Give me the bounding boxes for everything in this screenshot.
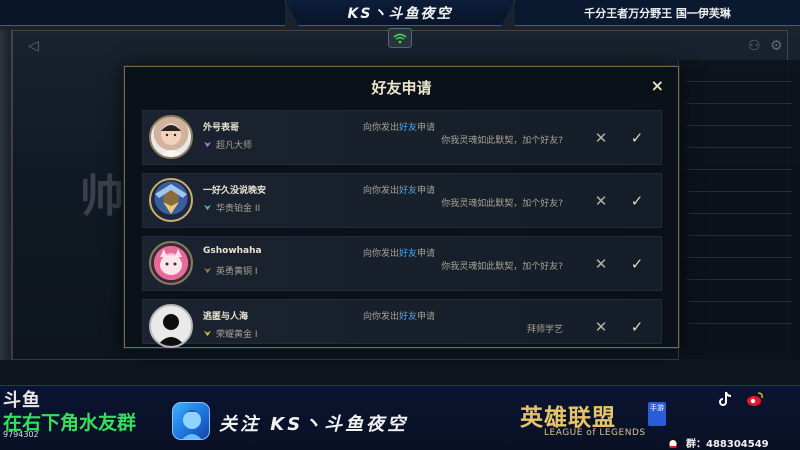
stream-title: KS丶斗鱼夜空 — [347, 5, 453, 22]
request-row: Gshowhaha 英勇黄铜 I 向你发出好友申请 你我灵魂如此默契，加个好友?… — [142, 236, 662, 291]
rank-text: 华贵铂金 II — [216, 204, 261, 214]
verb-suffix: 申请 — [417, 249, 436, 259]
settings-icon[interactable]: ⚙ — [770, 38, 783, 54]
accept-button[interactable]: ✓ — [627, 128, 647, 148]
group-number: 群：488304549 — [686, 438, 769, 450]
dialog-title: 好友申请 — [371, 79, 432, 97]
wifi-icon — [388, 28, 412, 48]
banner-left-bar — [0, 0, 285, 26]
rank-text: 超凡大师 — [216, 141, 253, 151]
requester-name: 逃匿与人海 — [203, 312, 249, 322]
game-app-icon — [172, 402, 210, 440]
tiktok-icon — [719, 391, 732, 406]
stream-slogan: 千分王者万分野王 国一伊芙琳 — [584, 6, 731, 20]
request-message: 拜师学艺 — [526, 325, 563, 335]
accept-button[interactable]: ✓ — [627, 254, 647, 274]
request-row: 一好久没说晚安 华贵铂金 II 向你发出好友申请 你我灵魂如此默契，加个好友? … — [142, 173, 662, 228]
social-icons — [718, 391, 764, 407]
requester-name: 外号表哥 — [203, 123, 240, 133]
verb-suffix: 申请 — [417, 123, 436, 133]
avatar[interactable] — [149, 115, 195, 161]
rank-info: 荣耀黄金 I — [203, 327, 258, 340]
league-logo-cn: 英雄联盟 — [520, 405, 616, 431]
rank-icon — [203, 330, 212, 337]
verb-highlight: 好友 — [399, 186, 418, 196]
league-logo-en: LEAGUE of LEGENDS — [544, 428, 646, 438]
avatar[interactable] — [149, 241, 195, 287]
rank-icon — [203, 141, 212, 148]
request-list: 外号表哥 超凡大师 向你发出好友申请 你我灵魂如此默契，加个好友? ✕ ✓ 一好… — [142, 110, 662, 348]
decline-button[interactable]: ✕ — [591, 317, 611, 337]
decline-button[interactable]: ✕ — [591, 191, 611, 211]
rank-text: 英勇黄铜 I — [216, 267, 258, 277]
verb-prefix: 向你发出 — [363, 123, 400, 133]
background-blur-text: 帅 — [80, 171, 124, 222]
requester-name: Gshowhaha — [203, 246, 262, 256]
rank-info: 超凡大师 — [203, 138, 252, 151]
accept-button[interactable]: ✓ — [627, 191, 647, 211]
request-message: 你我灵魂如此默契，加个好友? — [441, 136, 563, 146]
rank-icon — [203, 267, 212, 274]
avatar[interactable] — [149, 304, 195, 350]
rank-text: 荣耀黄金 I — [216, 330, 258, 340]
stream-bottom-bar: 斗鱼 在右下角水友群 9794302 关注 KS丶斗鱼夜空 英雄联盟 LEAGU… — [0, 385, 800, 450]
verb-prefix: 向你发出 — [363, 249, 400, 259]
verb-suffix: 申请 — [417, 186, 436, 196]
verb-prefix: 向你发出 — [363, 186, 400, 196]
accept-button[interactable]: ✓ — [627, 317, 647, 337]
request-message: 你我灵魂如此默契，加个好友? — [441, 262, 563, 272]
left-rail — [0, 30, 12, 360]
decline-button[interactable]: ✕ — [591, 128, 611, 148]
follow-text: 关注 KS丶斗鱼夜空 — [219, 414, 409, 435]
verb-highlight: 好友 — [399, 123, 418, 133]
verb-suffix: 申请 — [417, 312, 436, 322]
stream-title-banner: KS丶斗鱼夜空 — [285, 0, 515, 26]
request-verb: 向你发出好友申请 — [363, 183, 435, 196]
stream-slogan-bar: 千分王者万分野王 国一伊芙琳 — [515, 0, 800, 26]
decline-button[interactable]: ✕ — [591, 254, 611, 274]
avatar[interactable] — [149, 178, 195, 224]
weibo-icon — [747, 392, 763, 406]
friends-icon[interactable]: ⚇ — [748, 38, 761, 54]
rank-info: 英勇黄铜 I — [203, 264, 258, 277]
verb-highlight: 好友 — [399, 249, 418, 259]
request-verb: 向你发出好友申请 — [363, 120, 435, 133]
requester-name: 一好久没说晚安 — [203, 186, 267, 196]
rank-icon — [203, 204, 212, 211]
request-verb: 向你发出好友申请 — [363, 309, 435, 322]
friends-sidebar — [678, 60, 800, 360]
friend-request-dialog: 好友申请 × 外号表哥 超凡大师 向你发出好友申请 你我灵魂如此默契，加个好友?… — [124, 66, 679, 348]
request-verb: 向你发出好友申请 — [363, 246, 435, 259]
qq-icon — [668, 435, 678, 449]
room-id: 9794302 — [3, 430, 39, 439]
back-icon[interactable]: ◁ — [28, 38, 39, 54]
mobile-badge: 手游 — [648, 402, 666, 426]
rank-info: 华贵铂金 II — [203, 201, 260, 214]
request-row: 外号表哥 超凡大师 向你发出好友申请 你我灵魂如此默契，加个好友? ✕ ✓ — [142, 110, 662, 165]
request-row: 逃匿与人海 荣耀黄金 I 向你发出好友申请 拜师学艺 ✕ ✓ — [142, 299, 662, 348]
close-icon[interactable]: × — [651, 77, 664, 95]
verb-highlight: 好友 — [399, 312, 418, 322]
verb-prefix: 向你发出 — [363, 312, 400, 322]
fan-group: 群：488304549 — [666, 434, 769, 450]
league-logo: 英雄联盟 LEAGUE of LEGENDS 手游 — [520, 398, 670, 448]
request-message: 你我灵魂如此默契，加个好友? — [441, 199, 563, 209]
